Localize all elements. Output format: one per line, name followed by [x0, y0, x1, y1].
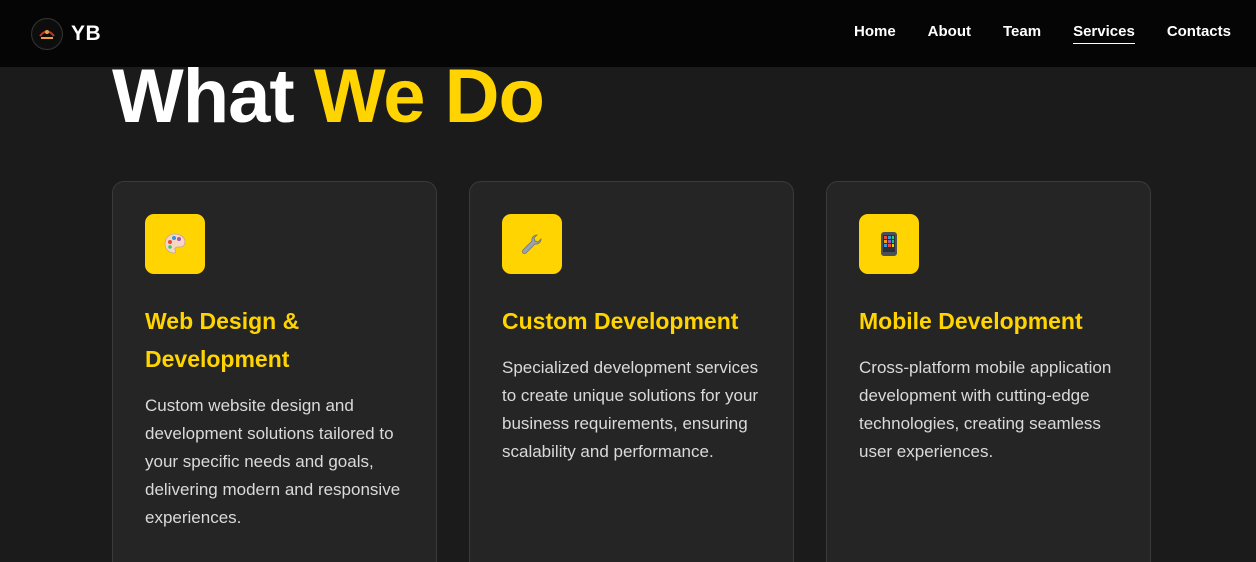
navbar: YB Home About Team Services Contacts [0, 0, 1256, 67]
service-description: Specialized development services to crea… [502, 358, 759, 461]
logo-icon[interactable] [31, 17, 63, 50]
service-description: Custom website design and development so… [145, 396, 401, 527]
nav-link-team[interactable]: Team [1003, 23, 1041, 44]
service-description: Cross-platform mobile application develo… [859, 358, 1112, 461]
brand[interactable]: YB [31, 17, 101, 50]
nav-link-home[interactable]: Home [854, 23, 896, 44]
service-card-mobile-development: Mobile Development Cross-platform mobile… [826, 181, 1151, 562]
nav-link-contacts[interactable]: Contacts [1167, 23, 1231, 44]
service-card-custom-development: Custom Development Specialized developme… [469, 181, 794, 562]
nav-links: Home About Team Services Contacts [854, 23, 1231, 44]
mobile-phone-icon [859, 214, 919, 274]
nav-link-services[interactable]: Services [1073, 23, 1135, 44]
service-title: Custom Development [502, 308, 739, 334]
service-card-web-design: Web Design & Development Custom website … [112, 181, 437, 562]
palette-icon [145, 214, 205, 274]
service-title: Web Design & Development [145, 308, 300, 372]
nav-link-about[interactable]: About [928, 23, 971, 44]
service-title: Mobile Development [859, 308, 1083, 334]
wrench-icon [502, 214, 562, 274]
brand-name[interactable]: YB [71, 22, 101, 46]
